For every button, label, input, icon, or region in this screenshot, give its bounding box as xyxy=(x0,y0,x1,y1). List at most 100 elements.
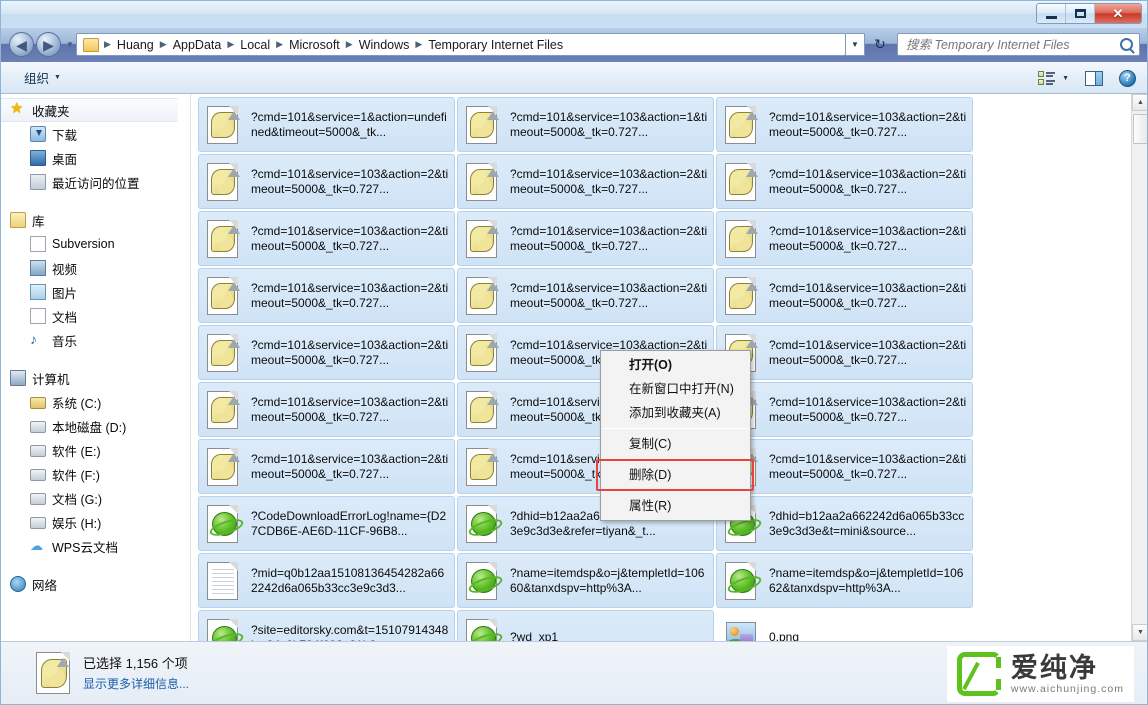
sidebar-group-network[interactable]: 网络 xyxy=(0,572,186,596)
file-tile[interactable]: ?cmd=101&service=103&action=2&timeout=50… xyxy=(716,211,973,266)
context-menu-item-delete[interactable]: 删除(D) xyxy=(601,463,750,487)
file-tile[interactable]: ?cmd=101&service=103&action=2&timeout=50… xyxy=(198,382,455,437)
context-menu-item[interactable]: 属性(R) xyxy=(601,494,750,518)
preview-pane-button[interactable] xyxy=(1085,71,1103,86)
refresh-button[interactable]: ↻ xyxy=(868,33,892,56)
watermark: 爱纯净 www.aichunjing.com xyxy=(947,646,1134,702)
context-menu-item[interactable]: 在新窗口中打开(N) xyxy=(601,377,750,401)
breadcrumb-separator-icon: ▶ xyxy=(273,39,286,50)
sidebar-item-music[interactable]: ♪ 音乐 xyxy=(0,328,186,352)
script-document-icon xyxy=(203,104,245,146)
sidebar-item-drive-f[interactable]: 软件 (F:) xyxy=(0,462,186,486)
close-button[interactable]: ✕ xyxy=(1095,4,1141,23)
cloud-icon: ☁ xyxy=(30,538,46,554)
minimize-button[interactable] xyxy=(1037,4,1066,23)
file-tile[interactable]: 0.png xyxy=(716,610,973,641)
breadcrumb-item-0[interactable]: Huang xyxy=(114,36,157,54)
breadcrumb-dropdown-button[interactable]: ▼ xyxy=(846,33,865,56)
search-input[interactable] xyxy=(906,38,1120,52)
scroll-up-button[interactable]: ▲ xyxy=(1132,94,1148,111)
file-name: ?cmd=101&service=103&action=2&timeout=50… xyxy=(251,167,450,197)
breadcrumb-item-5[interactable]: Temporary Internet Files xyxy=(425,36,566,54)
change-view-button[interactable]: ▼ xyxy=(1038,70,1069,86)
sidebar-item-downloads[interactable]: 下载 xyxy=(0,122,186,146)
sidebar-item-drive-g[interactable]: 文档 (G:) xyxy=(0,486,186,510)
drive-icon xyxy=(30,445,46,457)
title-bar: ✕ xyxy=(0,0,1148,28)
back-button[interactable]: ◀ xyxy=(9,32,34,57)
file-tile[interactable]: ?cmd=101&service=103&action=2&timeout=50… xyxy=(716,439,973,494)
sidebar-item-desktop[interactable]: 桌面 xyxy=(0,146,186,170)
file-tile[interactable]: ?cmd=101&service=103&action=2&timeout=50… xyxy=(198,268,455,323)
file-tile[interactable]: ?dhid=b12aa2a662242d6a065b33cc3e9c3d3e&t… xyxy=(716,496,973,551)
file-tile[interactable]: ?wd_xp1 xyxy=(457,610,714,641)
context-menu-item[interactable]: 添加到收藏夹(A) xyxy=(601,401,750,425)
sidebar-item-drive-c[interactable]: 系统 (C:) xyxy=(0,390,186,414)
file-tile[interactable]: ?cmd=101&service=1&action=undefined&time… xyxy=(198,97,455,152)
breadcrumb-item-1[interactable]: AppData xyxy=(170,36,225,54)
context-menu-item[interactable]: 打开(O) xyxy=(601,353,750,377)
file-tile[interactable]: ?cmd=101&service=103&action=2&timeout=50… xyxy=(716,325,973,380)
sidebar-item-videos[interactable]: 视频 xyxy=(0,256,186,280)
file-tile[interactable]: ?cmd=101&service=103&action=2&timeout=50… xyxy=(457,268,714,323)
file-tile[interactable]: ?cmd=101&service=103&action=2&timeout=50… xyxy=(716,97,973,152)
sidebar-spacer xyxy=(0,352,186,366)
file-tile[interactable]: ?cmd=101&service=103&action=2&timeout=50… xyxy=(457,154,714,209)
file-tile[interactable]: ?cmd=101&service=103&action=1&timeout=50… xyxy=(457,97,714,152)
context-menu-separator xyxy=(603,428,748,429)
file-tile[interactable]: ?mid=q0b12aa15108136454282a662242d6a065b… xyxy=(198,553,455,608)
sidebar-spacer xyxy=(0,194,186,208)
maximize-button[interactable] xyxy=(1066,4,1095,23)
recent-pages-caret-icon[interactable]: ▼ xyxy=(66,40,74,49)
file-tile[interactable]: ?cmd=101&service=103&action=2&timeout=50… xyxy=(198,325,455,380)
sidebar-item-wps-cloud[interactable]: ☁ WPS云文档 xyxy=(0,534,186,558)
sidebar-group-favorites[interactable]: ★ 收藏夹 xyxy=(0,98,178,122)
scroll-down-button[interactable]: ▼ xyxy=(1132,624,1148,641)
breadcrumb[interactable]: ▶ Huang ▶ AppData ▶ Local ▶ Microsoft ▶ … xyxy=(76,33,846,56)
script-document-icon xyxy=(721,275,763,317)
breadcrumb-item-2[interactable]: Local xyxy=(237,36,273,54)
script-document-icon xyxy=(721,161,763,203)
file-tile[interactable]: ?CodeDownloadErrorLog!name={D27CDB6E-AE6… xyxy=(198,496,455,551)
sidebar-item-documents[interactable]: 文档 xyxy=(0,304,186,328)
sidebar-group-libraries[interactable]: 库 xyxy=(0,208,186,232)
sidebar-item-subversion[interactable]: Subversion xyxy=(0,232,186,256)
organize-button[interactable]: 组织 ▼ xyxy=(16,64,69,91)
file-tile[interactable]: ?cmd=101&service=103&action=2&timeout=50… xyxy=(716,154,973,209)
sidebar-item-pictures[interactable]: 图片 xyxy=(0,280,186,304)
file-tile[interactable]: ?cmd=101&service=103&action=2&timeout=50… xyxy=(716,268,973,323)
sidebar-item-drive-h[interactable]: 娱乐 (H:) xyxy=(0,510,186,534)
sidebar-item-drive-d[interactable]: 本地磁盘 (D:) xyxy=(0,414,186,438)
toolbar-right-group: ▼ ? xyxy=(1038,62,1136,94)
file-tile[interactable]: ?cmd=101&service=103&action=2&timeout=50… xyxy=(198,211,455,266)
sidebar-item-drive-e[interactable]: 软件 (E:) xyxy=(0,438,186,462)
refresh-icon: ↻ xyxy=(874,36,886,53)
breadcrumb-item-4[interactable]: Windows xyxy=(356,36,413,54)
sidebar-item-recent-places[interactable]: 最近访问的位置 xyxy=(0,170,186,194)
document-icon xyxy=(30,236,46,252)
context-menu-item[interactable]: 复制(C) xyxy=(601,432,750,456)
help-button[interactable]: ? xyxy=(1119,70,1136,87)
breadcrumb-item-3[interactable]: Microsoft xyxy=(286,36,343,54)
breadcrumb-separator-icon: ▶ xyxy=(157,39,170,50)
drive-icon xyxy=(30,469,46,481)
sidebar-group-label: 库 xyxy=(32,211,45,230)
file-tile[interactable]: ?cmd=101&service=103&action=2&timeout=50… xyxy=(716,382,973,437)
file-tile[interactable]: ?cmd=101&service=103&action=2&timeout=50… xyxy=(457,211,714,266)
file-tile[interactable]: ?cmd=101&service=103&action=2&timeout=50… xyxy=(198,154,455,209)
file-tile[interactable]: ?name=itemdsp&o=j&templetId=10662&tanxds… xyxy=(716,553,973,608)
file-tile[interactable]: ?site=editorsky.com&t=15107914348ic=84c6… xyxy=(198,610,455,641)
search-box[interactable] xyxy=(897,33,1140,56)
file-tile[interactable]: ?name=itemdsp&o=j&templetId=10660&tanxds… xyxy=(457,553,714,608)
file-list-scrollbar[interactable]: ▲ ▼ xyxy=(1131,94,1148,641)
forward-button[interactable]: ▶ xyxy=(36,32,61,57)
file-tile[interactable]: ?cmd=101&service=103&action=2&timeout=50… xyxy=(198,439,455,494)
status-details-link[interactable]: 显示更多详细信息... xyxy=(83,675,189,692)
sidebar-item-label: 系统 (C:) xyxy=(52,393,101,412)
file-name: ?wd_xp1 xyxy=(510,630,558,641)
script-document-icon xyxy=(203,161,245,203)
context-menu: 打开(O)在新窗口中打开(N)添加到收藏夹(A) 复制(C) 删除(D) 属性(R) xyxy=(600,350,751,521)
minimize-icon xyxy=(1046,16,1057,19)
sidebar-group-computer[interactable]: 计算机 xyxy=(0,366,186,390)
scrollbar-thumb[interactable] xyxy=(1133,114,1148,144)
